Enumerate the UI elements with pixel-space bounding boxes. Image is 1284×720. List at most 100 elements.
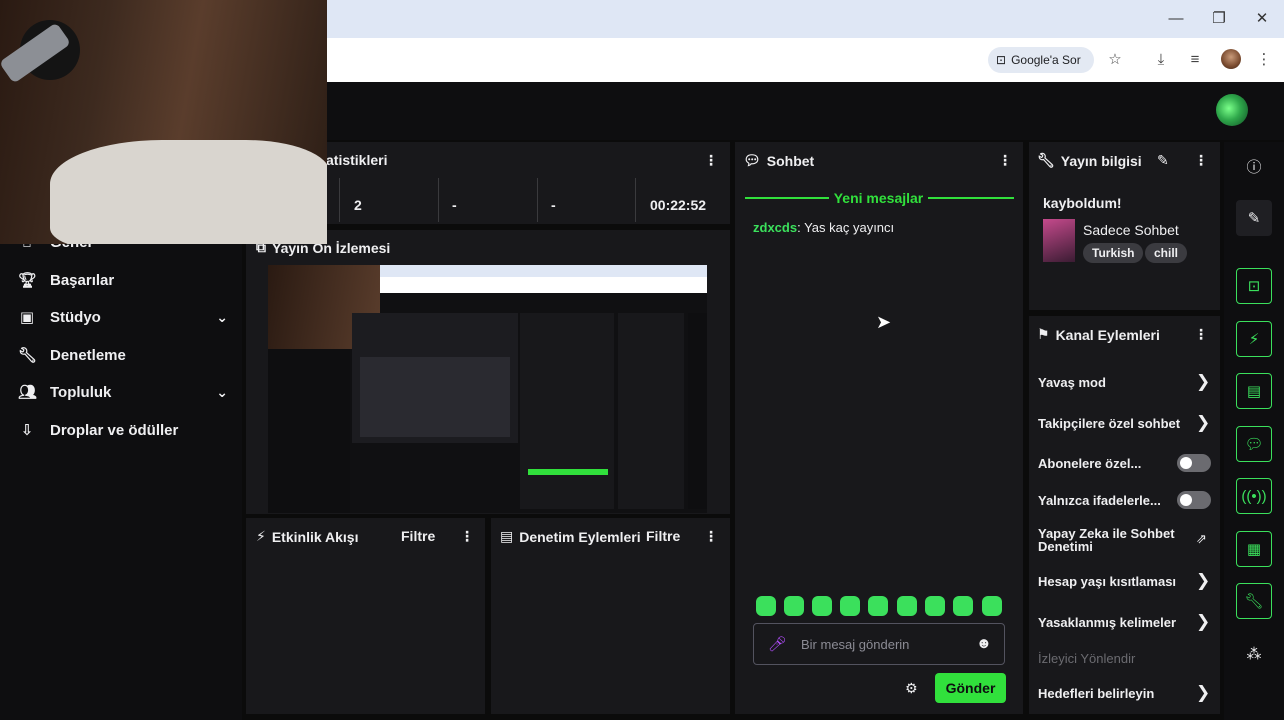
chat-menu-icon[interactable]: ⋮ [998, 152, 1012, 169]
edit-pencil-icon[interactable]: ✎ [1236, 200, 1272, 236]
moderation-menu-icon[interactable]: ⋮ [704, 528, 718, 545]
activity-menu-icon[interactable]: ⋮ [460, 528, 474, 545]
chevron-right-icon[interactable]: ❯ [1196, 683, 1210, 703]
chevron-right-icon[interactable]: ❯ [1196, 612, 1210, 632]
channel-actions-header: ⚑ Kanal Eylemleri [1037, 326, 1160, 343]
chat-message: zdxcds: Yas kaç yayıncı [753, 220, 895, 235]
wrench-icon[interactable]: 🔧︎ [1236, 583, 1272, 619]
lightning-icon[interactable]: ⚡︎ [1236, 321, 1272, 357]
download-icon[interactable]: ⤓ [1149, 48, 1173, 72]
browser-menu-icon[interactable]: ⋮ [1252, 48, 1276, 72]
sidebar-item-topluluk[interactable]: 👥︎ Topluluk ⌄ [18, 383, 228, 402]
media-control-icon[interactable]: ≡ [1183, 48, 1207, 72]
restore-icon[interactable]: ❐ [1206, 8, 1232, 30]
wrench-icon: 🔧︎ [18, 347, 38, 364]
external-link-icon[interactable]: ⇗ [1196, 531, 1207, 547]
chat-settings-gear-icon[interactable]: ⚙ [905, 680, 918, 697]
activity-header: ⚡︎ Etkinlik Akışı [256, 528, 358, 545]
category-box-art [1043, 219, 1075, 262]
chat-title: Sohbet [766, 152, 815, 169]
sidebar-item-studyo[interactable]: ▣ Stüdyo ⌄ [18, 308, 228, 327]
emote-icon[interactable] [897, 596, 917, 616]
subscribers-only-toggle[interactable] [1177, 454, 1211, 472]
lightning-icon: ⚡︎ [256, 528, 266, 544]
stat-divider [438, 178, 439, 222]
emotes-only-toggle[interactable] [1177, 491, 1211, 509]
sidebar-item-label: Başarılar [50, 271, 115, 289]
emote-icon[interactable] [812, 596, 832, 616]
emote-icon[interactable] [756, 596, 776, 616]
preview-sidebar [268, 349, 350, 513]
new-messages-line [928, 197, 1014, 199]
browser-profile-avatar[interactable] [1221, 49, 1241, 69]
action-ai-moderation[interactable]: Yapay Zeka ile Sohbet Denetimi [1038, 527, 1188, 553]
chat-header: 💬︎ Sohbet [743, 152, 814, 169]
action-banned-words[interactable]: Yasaklanmış kelimeler [1038, 615, 1176, 630]
emote-icon[interactable] [784, 596, 804, 616]
emoji-icon[interactable]: ☻ [976, 635, 992, 652]
document-icon[interactable]: ▤ [1236, 373, 1272, 409]
emote-icon[interactable] [953, 596, 973, 616]
action-emotes-only: Yalnızca ifadelerle... [1038, 493, 1161, 508]
close-icon[interactable]: ✕ [1249, 8, 1275, 30]
chevron-right-icon[interactable]: ❯ [1196, 413, 1210, 433]
webcam-overlay [0, 0, 327, 244]
broadcast-icon[interactable]: ((•)) [1236, 478, 1272, 514]
minimize-icon[interactable]: — [1163, 8, 1189, 30]
channel-actions-icon: ⚑ [1037, 326, 1050, 342]
sidebar-item-basarilar[interactable]: 🏆︎ Başarılar [18, 271, 115, 290]
emote-icon[interactable] [840, 596, 860, 616]
channel-actions-menu-icon[interactable]: ⋮ [1194, 326, 1208, 343]
emote-icon[interactable] [868, 596, 888, 616]
preview-browser-bar [380, 265, 707, 277]
info-icon[interactable]: ⓘ [1236, 148, 1272, 184]
chat-username[interactable]: zdxcds [753, 220, 797, 235]
moderation-actions-panel [491, 518, 730, 714]
stream-preview-video[interactable] [268, 265, 707, 513]
action-set-goals[interactable]: Hedefleri belirleyin [1038, 686, 1154, 701]
emote-icon[interactable] [925, 596, 945, 616]
clip-capture-icon[interactable]: ⊡ [1236, 268, 1272, 304]
star-icon[interactable]: ☆ [1103, 48, 1127, 72]
sidebar-item-label: Denetleme [50, 346, 126, 364]
preview-chat [520, 313, 614, 509]
sidebar-item-denetleme[interactable]: 🔧︎ Denetleme [18, 346, 126, 365]
stat-divider [339, 178, 340, 222]
microphone-icon[interactable]: 🎤︎ [768, 635, 787, 653]
tag-pill[interactable]: Turkish [1083, 243, 1144, 263]
tag-pill[interactable]: chill [1145, 243, 1188, 263]
send-button[interactable]: Gönder [935, 673, 1006, 703]
activity-feed-panel [246, 518, 485, 714]
sidebar-item-droplar[interactable]: ⇩ Droplar ve ödüller [18, 421, 179, 440]
moderation-title: Denetim Eylemleri [519, 528, 641, 545]
stats-title: atistikleri [326, 152, 388, 168]
stats-menu-icon[interactable]: ⋮ [704, 152, 718, 169]
activity-filter-button[interactable]: Filtre [401, 528, 435, 544]
emote-icon[interactable] [982, 596, 1002, 616]
google-sor-chip[interactable]: ⊡ Google'a Sor [988, 47, 1094, 73]
mouse-cursor-icon: ➤ [876, 312, 892, 332]
stream-info-title: Yayın bilgisi [1060, 152, 1142, 169]
user-avatar[interactable] [1216, 94, 1248, 126]
chevron-right-icon[interactable]: ❯ [1196, 571, 1210, 591]
new-messages-label: Yeni mesajlar [833, 190, 924, 206]
preview-rail [688, 313, 707, 509]
category-name[interactable]: Sadece Sohbet [1083, 222, 1179, 238]
action-account-age[interactable]: Hesap yaşı kısıtlaması [1038, 574, 1176, 589]
extensions-icon[interactable]: ⁂ [1236, 636, 1272, 672]
sidebar-item-label: Topluluk [50, 383, 112, 401]
edit-pencil-icon[interactable]: ✎ [1157, 152, 1169, 169]
new-messages-line [745, 197, 829, 199]
chevron-down-icon: ⌄ [216, 383, 228, 400]
action-followers-only[interactable]: Takipçilere özel sohbet [1038, 416, 1180, 431]
chevron-down-icon: ⌄ [216, 308, 228, 325]
camera-icon[interactable]: ▦ [1236, 531, 1272, 567]
action-slow-mode[interactable]: Yavaş mod [1038, 375, 1106, 390]
sidebar-item-label: Stüdyo [50, 308, 101, 326]
stat-divider [537, 178, 538, 222]
stream-info-menu-icon[interactable]: ⋮ [1194, 152, 1208, 169]
chat-bubble-icon: 💬︎ [743, 152, 761, 168]
chat-bubble-icon[interactable]: 💬︎ [1236, 426, 1272, 462]
moderation-filter-button[interactable]: Filtre [646, 528, 680, 544]
chevron-right-icon[interactable]: ❯ [1196, 372, 1210, 392]
